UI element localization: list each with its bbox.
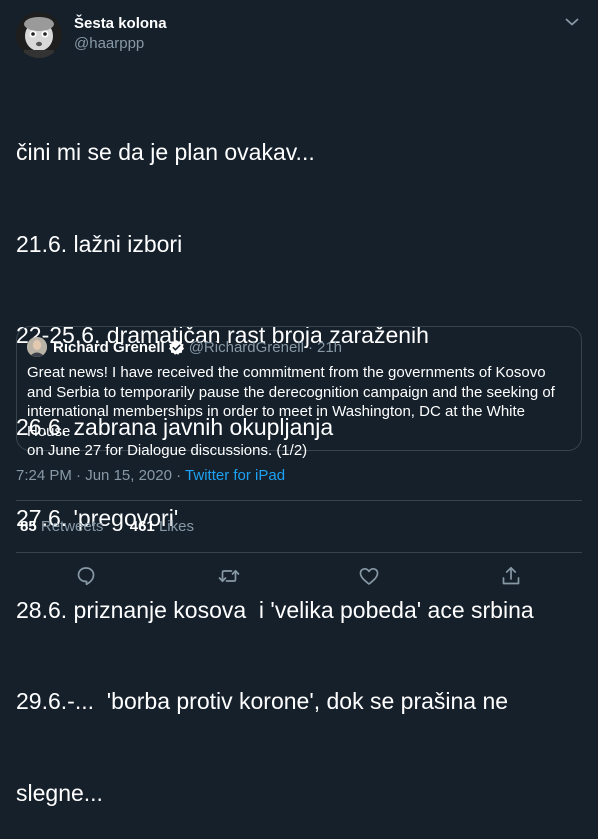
tweet-source-link[interactable]: Twitter for iPad [185, 467, 285, 484]
tweet-text-line: 29.6.-... 'borba protiv korone', dok se … [16, 688, 509, 714]
retweets-stat[interactable]: 85 Retweets [20, 518, 103, 535]
quoted-author-name[interactable]: Richard Grenell [53, 339, 165, 356]
divider [16, 552, 582, 553]
author-handle[interactable]: @haarppp [74, 34, 167, 54]
quoted-timestamp[interactable]: 21h [317, 339, 342, 356]
author-avatar-image [16, 12, 62, 58]
quoted-author-avatar [27, 337, 47, 357]
tweet-header: Šesta kolona @haarppp [16, 10, 582, 60]
retweet-icon[interactable] [217, 564, 241, 588]
meta-separator: · [76, 467, 82, 484]
quoted-tweet[interactable]: Richard Grenell @RichardGrenell · 21h Gr… [16, 326, 582, 459]
quoted-tweet-text: Great news! I have received the commitme… [27, 363, 571, 461]
quoted-separator: · [307, 338, 313, 356]
tweet-text-line: slegne... [16, 779, 103, 806]
quoted-text-line: on June 27 for Dialogue discussions. (1/… [27, 442, 308, 459]
likes-count: 461 [129, 518, 155, 535]
retweets-count: 85 [20, 518, 37, 535]
author-avatar[interactable] [16, 12, 62, 58]
divider [16, 500, 582, 501]
likes-stat[interactable]: 461 Likes [130, 518, 194, 535]
tweet-actions [0, 562, 598, 592]
tweet-time[interactable]: 7:24 PM [16, 467, 72, 484]
chevron-down-icon[interactable] [562, 12, 582, 32]
heart-icon[interactable] [357, 564, 381, 588]
meta-separator: · [176, 467, 182, 484]
tweet-meta: 7:24 PM · Jun 15, 2020 · Twitter for iPa… [16, 466, 285, 486]
author-names: Šesta kolona @haarppp [74, 14, 167, 54]
verified-badge-icon [168, 339, 184, 355]
tweet-date[interactable]: Jun 15, 2020 [85, 467, 172, 484]
retweets-label: Retweets [40, 518, 104, 535]
author-display-name[interactable]: Šesta kolona [74, 14, 167, 34]
quoted-text-line: and Serbia to temporarily pause the dere… [27, 383, 555, 401]
reply-icon[interactable] [74, 564, 98, 588]
quoted-text-line: Great news! I have received the commitme… [27, 364, 546, 381]
quoted-text-line: international memberships in order to me… [27, 403, 526, 440]
share-icon[interactable] [499, 564, 523, 588]
tweet-text-line: 28.6. priznanje kosova i 'velika pobeda'… [16, 596, 534, 623]
quoted-author-handle[interactable]: @RichardGrenell [189, 339, 304, 356]
tweet-text-line: čini mi se da je plan ovakav... [16, 139, 315, 165]
tweet-stats: 85 Retweets 461 Likes [20, 517, 194, 537]
likes-label: Likes [158, 518, 194, 535]
quoted-tweet-header: Richard Grenell @RichardGrenell · 21h [27, 337, 342, 357]
tweet-text-line: 21.6. lažni izbori [16, 230, 183, 257]
